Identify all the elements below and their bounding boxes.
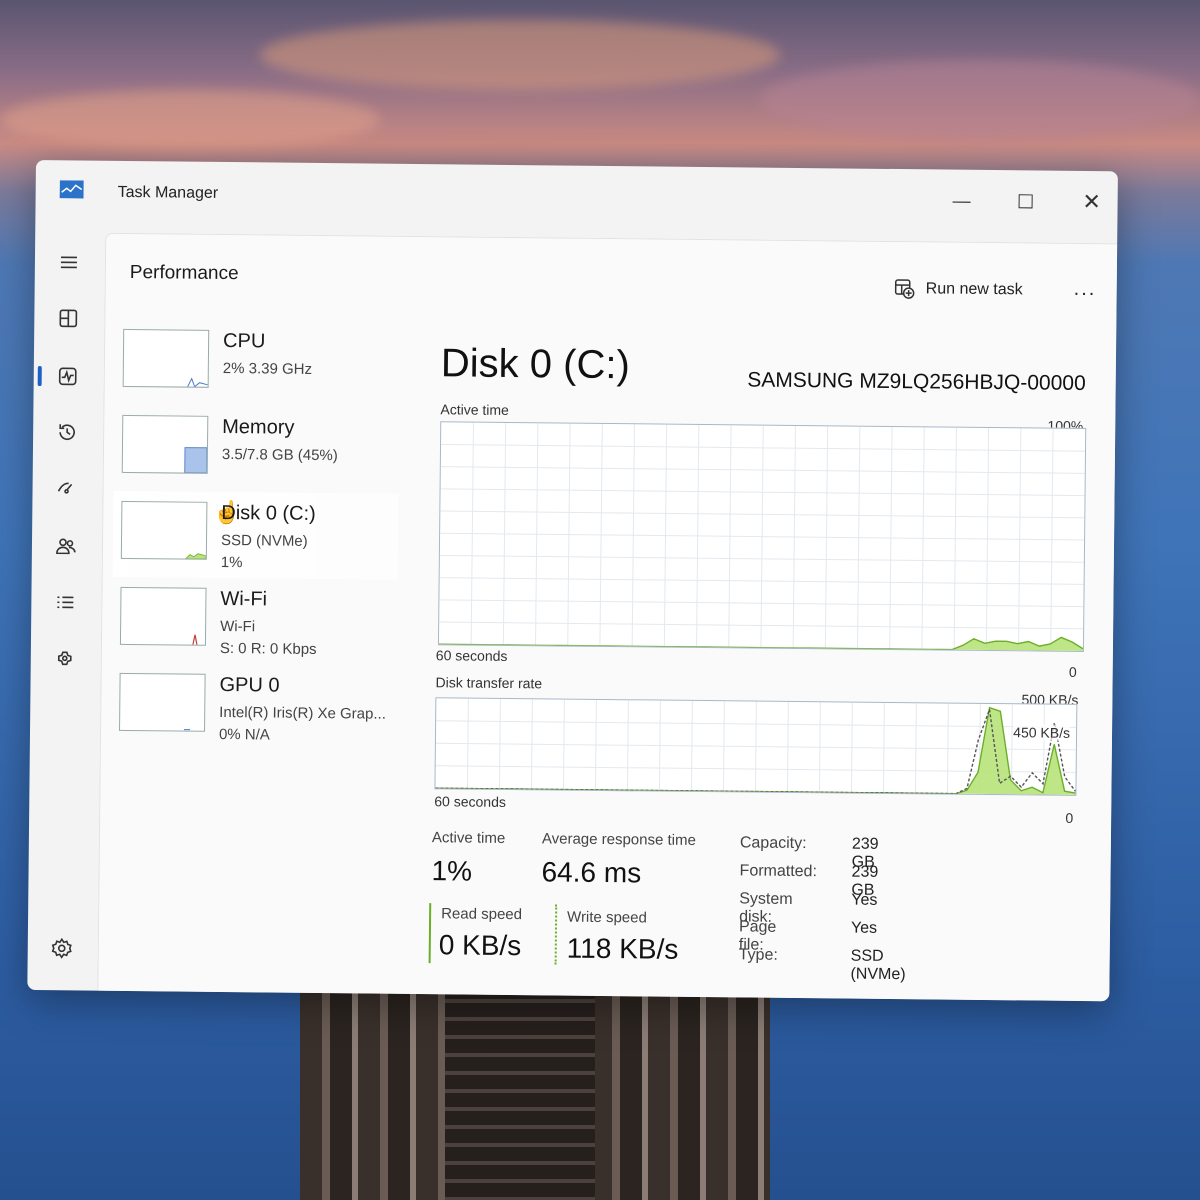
performance-icon (58, 367, 77, 386)
transfer-rate-graph-mid: 450 KB/s (1013, 724, 1071, 741)
resource-memory[interactable]: Memory 3.5/7.8 GB (45%) (114, 405, 400, 494)
app-history-icon (59, 424, 75, 441)
wallpaper-cloud (260, 20, 780, 90)
transfer-rate-graph-duration: 60 seconds (434, 793, 506, 810)
disk-title: Disk 0 (C:) (440, 341, 631, 388)
resource-wifi[interactable]: Wi-Fi Wi-Fi S: 0 R: 0 Kbps (112, 577, 398, 666)
resource-usage: 2% 3.39 GHz (222, 359, 313, 378)
active-time-stat-value: 1% (431, 855, 473, 887)
read-speed-label: Read speed (441, 905, 523, 924)
nav-details[interactable] (45, 582, 85, 622)
property-value: SSD (NVMe) (850, 947, 906, 984)
property-value: Yes (851, 891, 878, 909)
read-speed-indicator (428, 903, 432, 964)
resource-type: Wi-Fi (220, 617, 256, 636)
resource-model: Intel(R) Iris(R) Xe Grap... (219, 703, 387, 723)
resource-name: CPU (223, 329, 266, 353)
settings-button[interactable] (42, 928, 82, 968)
hamburger-menu-button[interactable] (49, 242, 89, 282)
disk-detail-panel: Disk 0 (C:) SAMSUNG MZ9LQ256HBJQ-00000 A… (418, 237, 1097, 1001)
details-icon (57, 596, 74, 609)
memory-thumbnail-graph (121, 414, 209, 474)
nav-processes[interactable] (48, 298, 88, 338)
task-manager-app-icon (59, 180, 84, 199)
write-speed-indicator (554, 904, 558, 965)
performance-page: Performance Run new task ... CPU 2% 3.39… (97, 232, 1118, 1002)
nav-performance[interactable] (48, 356, 88, 396)
disk-thumbnail-graph (120, 500, 208, 560)
write-speed-value: 118 KB/s (566, 932, 679, 965)
window-title: Task Manager (117, 183, 219, 202)
active-time-graph-min: 0 (1068, 663, 1077, 680)
processes-icon (59, 309, 78, 328)
resource-name: Disk 0 (C:) (221, 501, 316, 525)
maximize-icon (1018, 194, 1033, 209)
nav-services[interactable] (45, 640, 85, 680)
close-button[interactable]: ✕ (1069, 185, 1113, 219)
resource-usage: 1% (220, 553, 243, 572)
resource-name: Memory (222, 415, 295, 439)
property-value: Yes (850, 919, 878, 937)
page-title: Performance (129, 261, 239, 285)
transfer-rate-graph-label: Disk transfer rate (435, 674, 543, 692)
transfer-rate-graph: 450 KB/s (434, 697, 1078, 796)
disk-model: SAMSUNG MZ9LQ256HBJQ-00000 (747, 368, 1086, 396)
minimize-icon: — (952, 190, 971, 211)
services-icon (57, 651, 72, 666)
hamburger-menu-icon (60, 256, 77, 269)
property-key: Type: (738, 946, 778, 964)
write-speed-label: Write speed (567, 908, 647, 927)
resource-cpu[interactable]: CPU 2% 3.39 GHz (114, 319, 400, 408)
minimize-button[interactable]: — (939, 183, 983, 217)
avg-response-stat-value: 64.6 ms (541, 856, 642, 889)
nav-startup-apps[interactable] (46, 468, 86, 508)
navigation-rail (27, 220, 103, 991)
title-bar[interactable]: Task Manager — ✕ (35, 160, 1118, 231)
avg-response-stat-label: Average response time (541, 830, 696, 849)
wallpaper-cloud (760, 60, 1200, 140)
gpu-thumbnail-graph (119, 672, 206, 732)
disk-properties: Capacity: 239 GB Formatted: 239 GB Syste… (739, 834, 906, 983)
resource-name: Wi-Fi (220, 587, 268, 611)
resource-usage: 0% N/A (218, 725, 270, 744)
resource-list: CPU 2% 3.39 GHz Memory 3.5/7.8 GB (45%) … (111, 319, 400, 752)
cpu-thumbnail-graph (122, 328, 210, 388)
active-time-graph-duration: 60 seconds (435, 647, 508, 664)
active-time-graph (437, 421, 1087, 653)
resource-disk-0[interactable]: ☝ Disk 0 (C:) SSD (NVMe) 1% (112, 490, 399, 580)
nav-app-history[interactable] (47, 412, 87, 452)
startup-apps-icon (57, 482, 73, 494)
task-manager-window: Task Manager — ✕ Performance Run new tas… (27, 160, 1118, 1002)
wallpaper-pier-steps (445, 985, 595, 1200)
resource-name: GPU 0 (219, 673, 280, 697)
transfer-rate-graph-min: 0 (1065, 809, 1074, 826)
read-speed-value: 0 KB/s (438, 929, 522, 962)
active-time-stat-label: Active time (431, 829, 506, 847)
users-icon (56, 538, 76, 555)
nav-users[interactable] (46, 526, 86, 566)
resource-usage: S: 0 R: 0 Kbps (219, 639, 317, 658)
maximize-button[interactable] (1003, 184, 1047, 218)
wifi-thumbnail-graph (119, 586, 207, 646)
settings-gear-icon (51, 937, 72, 959)
wallpaper-cloud (0, 90, 380, 150)
active-time-graph-label: Active time (440, 401, 509, 418)
resource-type: SSD (NVMe) (220, 531, 308, 550)
nav-active-indicator (37, 366, 42, 387)
resource-usage: 3.5/7.8 GB (45%) (221, 445, 338, 465)
close-icon: ✕ (1082, 188, 1101, 215)
property-key: Formatted: (739, 862, 818, 881)
resource-gpu-0[interactable]: GPU 0 Intel(R) Iris(R) Xe Grap... 0% N/A (111, 663, 397, 752)
property-key: Capacity: (739, 834, 807, 853)
